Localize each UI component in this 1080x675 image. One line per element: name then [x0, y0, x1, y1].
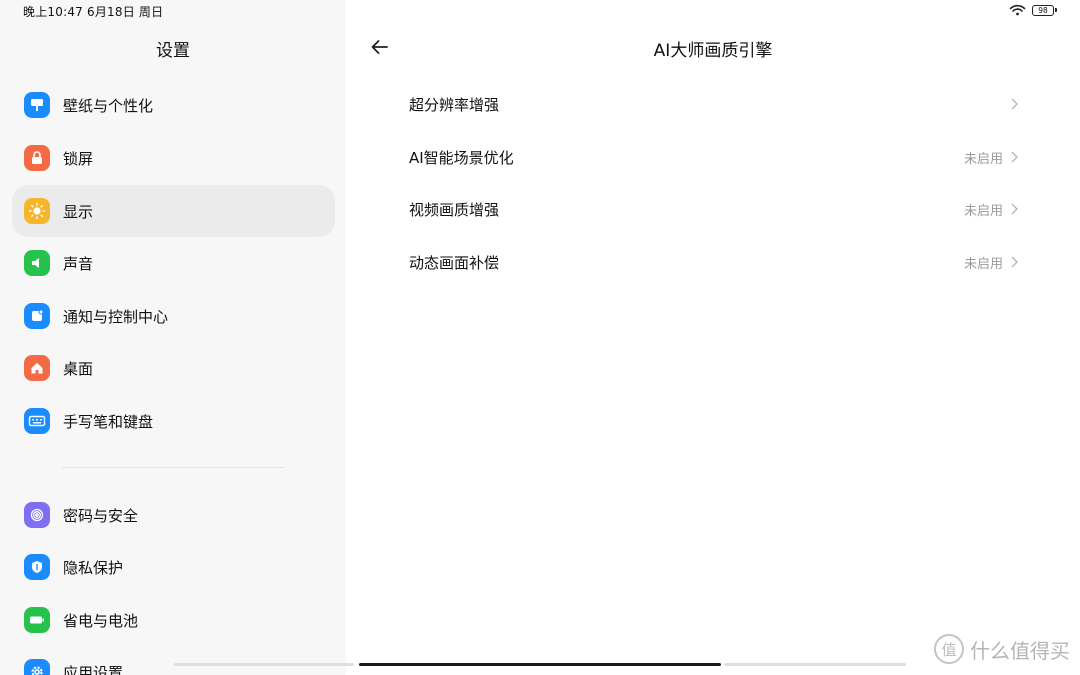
display-sun-icon: [24, 198, 50, 224]
option-status: 未启用: [963, 203, 1003, 219]
sidebar-item-label: 应用设置: [63, 663, 124, 675]
sidebar-item-display[interactable]: 显示: [12, 185, 335, 237]
option-label: 动态画面补偿: [409, 253, 500, 272]
wifi-icon: [1009, 4, 1026, 16]
scrollbar-right: [724, 663, 906, 666]
status-icons: 98: [1009, 4, 1057, 16]
option-label: 视频画质增强: [409, 200, 500, 219]
page-title: AI大师画质引擎: [653, 41, 773, 61]
fingerprint-icon: [24, 502, 50, 528]
battery-icon: [24, 607, 50, 633]
gear-icon: [24, 659, 50, 675]
lock-icon: [24, 145, 50, 171]
home-icon: [24, 355, 50, 381]
sidebar-item-notifications[interactable]: 通知与控制中心: [12, 290, 335, 342]
sidebar-item-privacy[interactable]: 隐私保护: [12, 541, 335, 593]
keyboard-icon: [24, 408, 50, 434]
sidebar-item-label: 桌面: [63, 359, 94, 378]
watermark-logo: 值: [934, 634, 964, 664]
sidebar-item-wallpaper[interactable]: 壁纸与个性化: [12, 79, 335, 131]
option-status: 未启用: [963, 151, 1003, 167]
option-label: AI智能场景优化: [409, 148, 514, 167]
wallpaper-icon: [24, 92, 50, 118]
scrollbar-left: [174, 663, 354, 666]
watermark-text: 什么值得买: [970, 638, 1070, 663]
privacy-shield-icon: [24, 554, 50, 580]
option-label: 超分辨率增强: [409, 95, 500, 114]
sidebar-item-battery[interactable]: 省电与电池: [12, 594, 335, 646]
sidebar-item-label: 手写笔和键盘: [63, 412, 154, 431]
chevron-right-icon: [1011, 151, 1018, 163]
home-indicator[interactable]: [359, 663, 721, 666]
chevron-right-icon: [1011, 203, 1018, 215]
sidebar-title: 设置: [156, 41, 190, 61]
settings-screen: 晚上10:47 6月18日 周日 设置 壁纸与个性化 锁屏 显示 声音 通知与控…: [0, 0, 1080, 675]
option-status: 未启用: [963, 256, 1003, 272]
option-video-enhance[interactable]: 视频画质增强 未启用: [409, 189, 1019, 229]
option-ai-scene[interactable]: AI智能场景优化 未启用: [409, 137, 1019, 177]
sidebar-item-label: 隐私保护: [63, 558, 124, 577]
chevron-right-icon: [1011, 256, 1018, 268]
sidebar-item-desktop[interactable]: 桌面: [12, 342, 335, 394]
sidebar-item-label: 通知与控制中心: [63, 307, 169, 326]
watermark: 值 什么值得买: [934, 634, 1070, 664]
sidebar-item-label: 锁屏: [63, 149, 94, 168]
sidebar-item-sound[interactable]: 声音: [12, 237, 335, 289]
sidebar-item-label: 密码与安全: [63, 506, 139, 525]
detail-pane: AI大师画质引擎 超分辨率增强 AI智能场景优化 未启用 视频画质增强 未启用 …: [346, 0, 1080, 675]
sidebar-item-app-settings[interactable]: 应用设置: [12, 646, 335, 675]
sidebar-item-stylus-keyboard[interactable]: 手写笔和键盘: [12, 395, 335, 447]
sidebar-item-label: 显示: [63, 202, 94, 221]
sidebar-item-lockscreen[interactable]: 锁屏: [12, 132, 335, 184]
battery-indicator: 98: [1032, 4, 1057, 16]
sidebar-divider: [62, 467, 284, 468]
speaker-icon: [24, 250, 50, 276]
option-motion-compensation[interactable]: 动态画面补偿 未启用: [409, 242, 1019, 282]
settings-sidebar: 晚上10:47 6月18日 周日 设置 壁纸与个性化 锁屏 显示 声音 通知与控…: [0, 0, 346, 675]
notification-icon: [24, 303, 50, 329]
sidebar-item-label: 声音: [63, 254, 94, 273]
sidebar-item-label: 省电与电池: [63, 611, 139, 630]
option-super-resolution[interactable]: 超分辨率增强: [409, 84, 1019, 124]
sidebar-item-password-security[interactable]: 密码与安全: [12, 489, 335, 541]
status-time: 晚上10:47 6月18日 周日: [23, 5, 164, 19]
sidebar-item-label: 壁纸与个性化: [63, 96, 154, 115]
chevron-right-icon: [1011, 98, 1018, 110]
